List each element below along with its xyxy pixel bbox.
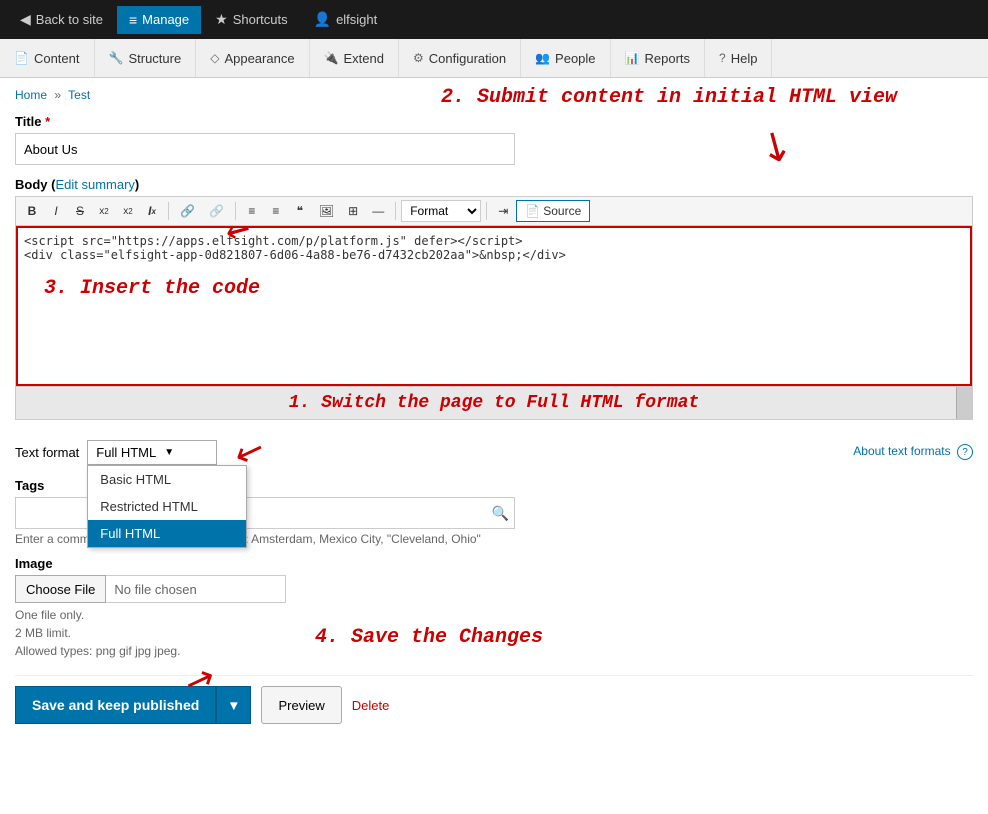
content-icon: 📄 <box>14 51 29 65</box>
config-icon: ⚙ <box>413 51 424 65</box>
format-option-restricted[interactable]: Restricted HTML <box>88 493 246 520</box>
sep4 <box>486 202 487 220</box>
editor-toolbar: B I S x2 x2 Ix 🔗 🔗 ≡ ≡ ❝ 🖼 ⊞ — Format <box>16 197 972 226</box>
annotation-step1-bar: 1. Switch the page to Full HTML format <box>16 386 972 419</box>
help-icon: ? <box>719 51 726 65</box>
delete-link[interactable]: Delete <box>352 698 390 713</box>
format-dropdown-btn[interactable]: Full HTML ▼ <box>87 440 217 465</box>
unlink-btn[interactable]: 🔗 <box>203 200 230 222</box>
main-content: 2. Submit content in initial HTML view ↘… <box>0 78 988 744</box>
page-break-btn[interactable]: ⇥ <box>492 200 514 222</box>
table-btn[interactable]: ⊞ <box>342 200 364 222</box>
breadcrumb: Home » Test <box>15 88 973 102</box>
text-format-row: Text format Full HTML ▼ Basic HTML Restr… <box>15 432 973 472</box>
shortcuts-btn[interactable]: ★ Shortcuts <box>203 5 299 34</box>
link-btn[interactable]: 🔗 <box>174 200 201 222</box>
sep3 <box>395 202 396 220</box>
chevron-down-icon: ▼ <box>164 447 174 458</box>
tags-search-icon: 🔍 <box>492 505 509 522</box>
editor-code-line1: <script src="https://apps.elfsight.com/p… <box>24 234 964 248</box>
format-option-full[interactable]: Full HTML <box>88 520 246 547</box>
back-icon: ◀ <box>20 11 31 28</box>
annotation-step3: 3. Insert the code <box>24 262 964 305</box>
body-label: Body (Edit summary) <box>15 177 973 192</box>
editor-code-line2: <div class="elfsight-app-0d821807-6d06-4… <box>24 248 964 262</box>
bullet-list-btn[interactable]: ≡ <box>241 200 263 222</box>
title-group: Title * <box>15 114 973 165</box>
file-name-display: No file chosen <box>106 575 286 603</box>
choose-file-btn[interactable]: Choose File <box>15 575 106 603</box>
source-icon: 📄 <box>525 204 540 218</box>
image-section: Image Choose File No file chosen One fil… <box>15 556 973 660</box>
nav-content[interactable]: 📄 Content <box>0 39 95 77</box>
strikethrough-btn[interactable]: S <box>69 200 91 222</box>
source-btn[interactable]: 📄 Source <box>516 200 590 222</box>
format-selected-value: Full HTML <box>96 445 156 460</box>
bold-btn[interactable]: B <box>21 200 43 222</box>
format-option-basic[interactable]: Basic HTML <box>88 466 246 493</box>
text-format-label: Text format <box>15 445 79 460</box>
title-input[interactable] <box>15 133 515 165</box>
save-btn-wrapper: Save and keep published ▼ <box>15 686 251 724</box>
body-group: Body (Edit summary) B I S x2 x2 Ix 🔗 🔗 ≡… <box>15 177 973 420</box>
reports-icon: 📊 <box>625 51 640 65</box>
nav-reports[interactable]: 📊 Reports <box>611 39 705 77</box>
sep2 <box>235 202 236 220</box>
remove-format-btn[interactable]: Ix <box>141 200 163 222</box>
file-hint: One file only. 2 MB limit. Allowed types… <box>15 606 973 660</box>
structure-icon: 🔧 <box>109 51 124 65</box>
scrollbar[interactable] <box>956 387 972 419</box>
star-icon: ★ <box>215 11 228 28</box>
annotation3-container: ↗ 3. Insert the code <box>24 262 964 342</box>
top-nav: ◀ Back to site ≡ Manage ★ Shortcuts 👤 el… <box>0 0 988 39</box>
italic-btn[interactable]: I <box>45 200 67 222</box>
save-dropdown-arrow[interactable]: ▼ <box>216 686 251 724</box>
breadcrumb-home[interactable]: Home <box>15 88 47 102</box>
appearance-icon: ◇ <box>210 51 219 65</box>
manage-btn[interactable]: ≡ Manage <box>117 6 201 34</box>
format-dropdown-menu: Basic HTML Restricted HTML Full HTML <box>87 465 247 548</box>
nav-structure[interactable]: 🔧 Structure <box>95 39 197 77</box>
hr-btn[interactable]: — <box>366 200 390 222</box>
extend-icon: 🔌 <box>324 51 339 65</box>
required-mark: * <box>45 114 50 129</box>
back-to-site-btn[interactable]: ◀ Back to site <box>8 5 115 34</box>
numbered-list-btn[interactable]: ≡ <box>265 200 287 222</box>
superscript-btn[interactable]: x2 <box>93 200 115 222</box>
nav-help[interactable]: ? Help <box>705 39 772 77</box>
editor-body[interactable]: <script src="https://apps.elfsight.com/p… <box>16 226 972 386</box>
file-input-wrapper: Choose File No file chosen <box>15 575 973 603</box>
format-dropdown-wrapper: Full HTML ▼ Basic HTML Restricted HTML F… <box>87 440 217 465</box>
manage-icon: ≡ <box>129 12 137 28</box>
title-label: Title * <box>15 114 973 129</box>
blockquote-btn[interactable]: ❝ <box>289 200 311 222</box>
image-label: Image <box>15 556 973 571</box>
preview-btn[interactable]: Preview <box>261 686 341 724</box>
about-formats-link[interactable]: About text formats ? <box>853 444 973 461</box>
save-btn[interactable]: Save and keep published <box>15 686 216 724</box>
help-circle-icon: ? <box>957 444 973 460</box>
save-section: 4. Save the Changes ↙ Save and keep publ… <box>15 675 973 734</box>
save-dropdown-icon: ▼ <box>227 698 240 713</box>
user-btn[interactable]: 👤 elfsight <box>302 5 390 34</box>
sep1 <box>168 202 169 220</box>
edit-summary-link[interactable]: Edit summary <box>55 177 134 192</box>
user-icon: 👤 <box>314 11 331 28</box>
breadcrumb-current: Test <box>68 88 90 102</box>
format-select[interactable]: Format <box>401 200 481 222</box>
people-icon: 👥 <box>535 51 550 65</box>
nav-people[interactable]: 👥 People <box>521 39 610 77</box>
nav-extend[interactable]: 🔌 Extend <box>310 39 399 77</box>
image-btn[interactable]: 🖼 <box>313 200 340 222</box>
editor-container: B I S x2 x2 Ix 🔗 🔗 ≡ ≡ ❝ 🖼 ⊞ — Format <box>15 196 973 420</box>
nav-configuration[interactable]: ⚙ Configuration <box>399 39 521 77</box>
subscript-btn[interactable]: x2 <box>117 200 139 222</box>
second-nav: 📄 Content 🔧 Structure ◇ Appearance 🔌 Ext… <box>0 39 988 78</box>
nav-appearance[interactable]: ◇ Appearance <box>196 39 309 77</box>
